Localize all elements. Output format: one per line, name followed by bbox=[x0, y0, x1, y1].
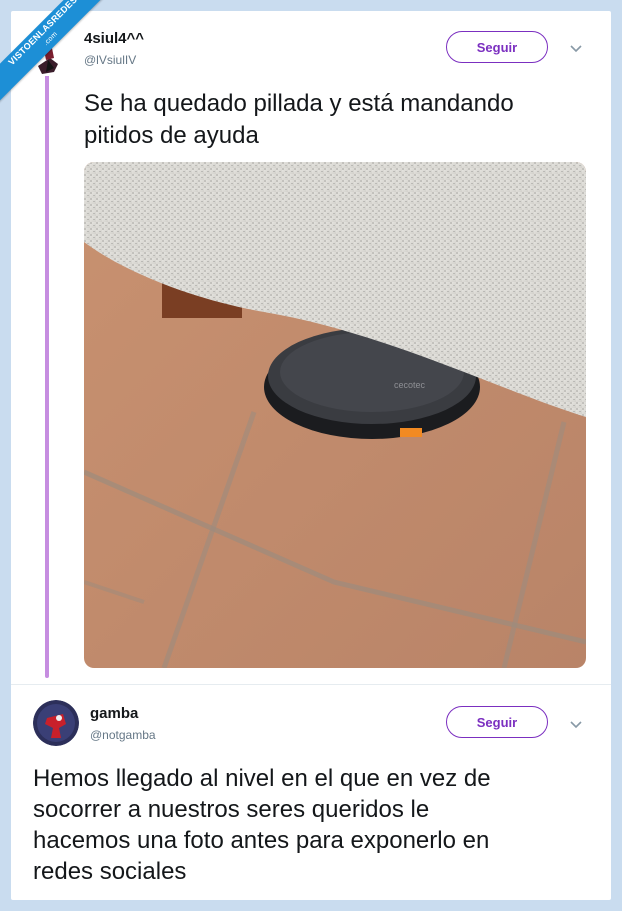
follow-button[interactable]: Seguir bbox=[446, 31, 548, 63]
tweet-text-line: Hemos llegado al nivel en el que en vez … bbox=[33, 765, 491, 792]
vacuum-brand-text: cecotec bbox=[394, 380, 426, 390]
tweet-text-line: socorrer a nuestros seres queridos le bbox=[33, 796, 430, 823]
chevron-down-icon[interactable] bbox=[569, 44, 583, 54]
tweet-text-line: pitidos de ayuda bbox=[84, 122, 259, 149]
author-handle[interactable]: @notgamba bbox=[90, 728, 156, 742]
author-name[interactable]: gamba bbox=[90, 705, 138, 722]
tweet-text-line: redes sociales bbox=[33, 858, 187, 885]
avatar[interactable] bbox=[33, 700, 79, 746]
chevron-down-icon[interactable] bbox=[569, 720, 583, 730]
author-name[interactable]: 4siul4^^ bbox=[84, 30, 144, 47]
thread-connector-line bbox=[45, 72, 49, 678]
tweet-photo[interactable]: cecotec bbox=[84, 162, 586, 668]
author-handle[interactable]: @lVsiulIV bbox=[84, 53, 136, 67]
tweet-text-line: hacemos una foto antes para exponerlo en bbox=[33, 827, 490, 854]
divider bbox=[11, 684, 611, 685]
follow-button[interactable]: Seguir bbox=[446, 706, 548, 738]
tweet-text-line: Se ha quedado pillada y está mandando bbox=[84, 90, 514, 117]
